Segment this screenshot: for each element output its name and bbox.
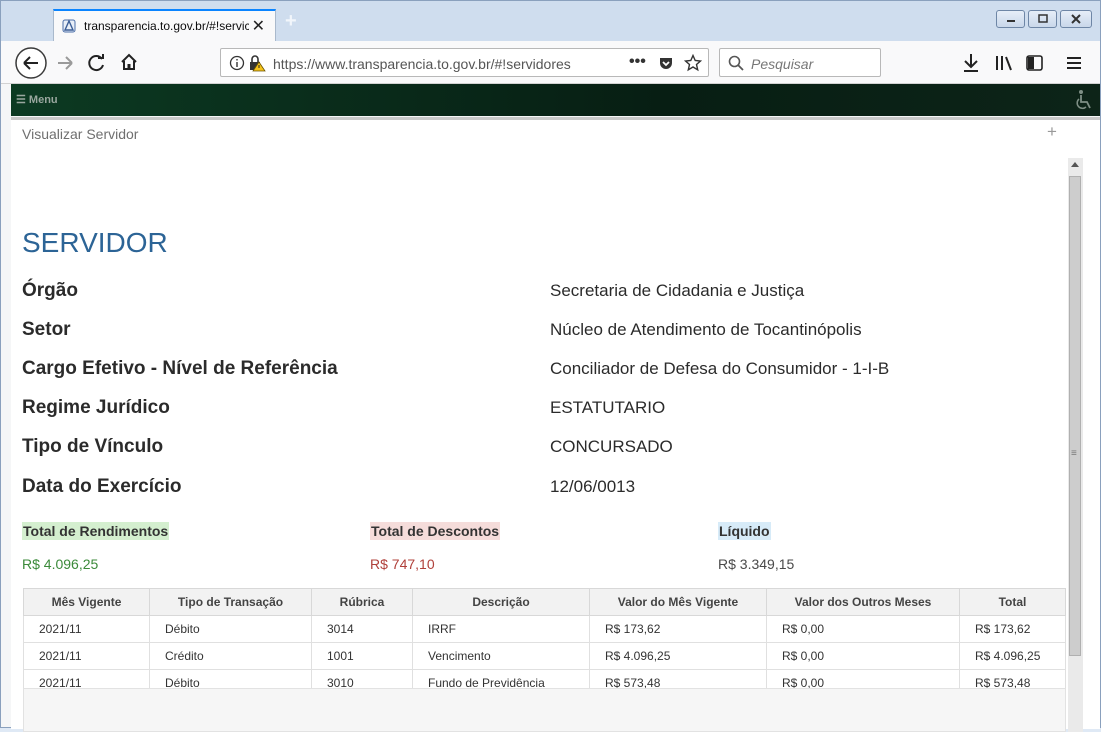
forward-icon[interactable] (55, 54, 75, 72)
field-label-cargo: Cargo Efetivo - Nível de Referência (22, 358, 338, 379)
search-bar[interactable]: Pesquisar (719, 48, 881, 77)
liquido-value: R$ 3.349,15 (718, 556, 795, 572)
scroll-up-icon[interactable] (1071, 162, 1079, 167)
menu-label: Menu (28, 94, 58, 106)
field-label-exercicio: Data do Exercício (22, 476, 182, 497)
vertical-scrollbar[interactable]: ≡ (1068, 158, 1083, 732)
table-cell: R$ 173,62 (959, 615, 1066, 643)
browser-tab[interactable]: transparencia.to.gov.br/#!servic ✕ (53, 9, 276, 41)
back-icon[interactable] (15, 47, 47, 79)
scrollbar-thumb[interactable] (1069, 176, 1081, 656)
table-cell: 3014 (311, 615, 413, 643)
maximize-button[interactable] (1028, 10, 1057, 28)
table-cell: Débito (149, 615, 312, 643)
column-header[interactable]: Rúbrica (311, 588, 413, 616)
navigation-toolbar: https://www.transparencia.to.gov.br/#!se… (1, 41, 1100, 84)
close-window-icon (1071, 14, 1081, 24)
info-icon[interactable] (229, 55, 245, 71)
table-row[interactable]: 2021/11 Débito 3014 IRRF R$ 173,62 R$ 0,… (23, 615, 1066, 643)
url-bar[interactable]: https://www.transparencia.to.gov.br/#!se… (220, 48, 709, 77)
page-title: SERVIDOR (22, 227, 168, 258)
library-icon[interactable] (994, 54, 1014, 72)
transactions-table: Mês Vigente Tipo de Transação Rúbrica De… (23, 588, 1066, 697)
table-header-row: Mês Vigente Tipo de Transação Rúbrica De… (23, 588, 1066, 616)
table-empty-area (23, 688, 1066, 732)
column-header[interactable]: Descrição (412, 588, 590, 616)
tab-title: transparencia.to.gov.br/#!servic (84, 19, 249, 33)
tab-strip: transparencia.to.gov.br/#!servic ✕ + (1, 1, 1100, 41)
column-header[interactable]: Total (959, 588, 1066, 616)
page-content: Visualizar Servidor + ≡ SERVIDOR Órgão S… (11, 117, 1100, 732)
liquido-label: Líquido (718, 522, 771, 540)
new-tab-icon[interactable]: + (285, 10, 297, 33)
field-label-setor: Setor (22, 319, 71, 340)
minimize-icon (1007, 20, 1015, 22)
table-cell: Crédito (149, 642, 312, 670)
table-cell: R$ 0,00 (766, 615, 960, 643)
table-cell: Vencimento (412, 642, 590, 670)
total-rendimentos-label: Total de Rendimentos (22, 522, 170, 540)
insecure-lock-icon[interactable] (248, 54, 266, 72)
expand-panel-icon[interactable]: + (1047, 122, 1057, 142)
close-tab-icon[interactable]: ✕ (252, 16, 265, 36)
column-header[interactable]: Mês Vigente (23, 588, 150, 616)
search-placeholder: Pesquisar (751, 56, 814, 72)
maximize-icon (1038, 14, 1048, 23)
downloads-icon[interactable] (962, 53, 980, 73)
accessibility-icon[interactable] (1074, 89, 1094, 111)
browser-window: transparencia.to.gov.br/#!servic ✕ + htt… (0, 0, 1101, 732)
total-descontos-value: R$ 747,10 (370, 556, 435, 572)
site-menu-bar: ☰ Menu (11, 84, 1100, 116)
pocket-icon[interactable] (658, 55, 674, 71)
table-row[interactable]: 2021/11 Crédito 1001 Vencimento R$ 4.096… (23, 642, 1066, 670)
close-window-button[interactable] (1060, 10, 1092, 28)
site-favicon-icon (62, 19, 76, 33)
field-value-exercicio: 12/06/0013 (550, 477, 636, 496)
hamburger-menu-icon[interactable] (1065, 55, 1083, 71)
table-cell: R$ 4.096,25 (589, 642, 767, 670)
column-header[interactable]: Valor dos Outros Meses (766, 588, 960, 616)
page-actions-icon[interactable]: ••• (629, 53, 646, 71)
home-icon[interactable] (119, 52, 139, 72)
field-value-vinculo: CONCURSADO (550, 437, 673, 456)
table-cell: 2021/11 (23, 615, 150, 643)
table-cell: R$ 0,00 (766, 642, 960, 670)
field-value-cargo: Conciliador de Defesa do Consumidor - 1-… (550, 359, 890, 378)
field-value-setor: Núcleo de Atendimento de Tocantinópolis (550, 320, 862, 339)
url-text: https://www.transparencia.to.gov.br/#!se… (273, 56, 571, 72)
sidebar-icon[interactable] (1025, 54, 1045, 72)
field-label-vinculo: Tipo de Vínculo (22, 436, 164, 457)
reload-icon[interactable] (87, 53, 107, 73)
scroll-grip-icon: ≡ (1071, 448, 1077, 459)
table-cell: R$ 173,62 (589, 615, 767, 643)
table-cell: IRRF (412, 615, 590, 643)
menu-toggle[interactable]: ☰ Menu (16, 93, 58, 106)
field-label-regime: Regime Jurídico (22, 397, 170, 418)
column-header[interactable]: Valor do Mês Vigente (589, 588, 767, 616)
panel-title: Visualizar Servidor (22, 126, 139, 142)
column-header[interactable]: Tipo de Transação (149, 588, 312, 616)
search-icon (728, 55, 744, 71)
field-value-orgao: Secretaria de Cidadania e Justiça (550, 281, 805, 300)
field-value-regime: ESTATUTARIO (550, 398, 666, 417)
table-cell: 1001 (311, 642, 413, 670)
field-label-orgao: Órgão (22, 280, 78, 301)
total-descontos-label: Total de Descontos (370, 522, 501, 540)
bookmark-star-icon[interactable] (684, 54, 702, 72)
table-cell: R$ 4.096,25 (959, 642, 1066, 670)
table-cell: 2021/11 (23, 642, 150, 670)
total-rendimentos-value: R$ 4.096,25 (22, 556, 99, 572)
minimize-button[interactable] (996, 10, 1025, 28)
